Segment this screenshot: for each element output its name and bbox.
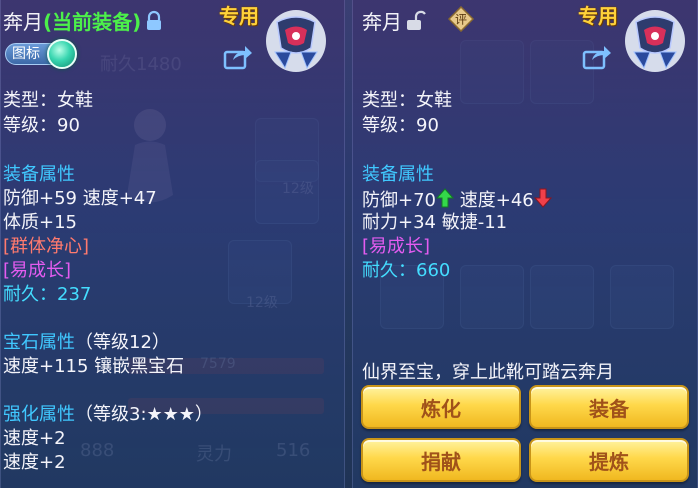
compare-exclusive-tag: 专用 <box>578 4 618 28</box>
rating-badge-icon[interactable]: 评 <box>447 5 475 33</box>
gem-line: 速度+115 镶嵌黑宝石 <box>3 356 185 377</box>
arrow-down-icon <box>533 188 552 214</box>
enhance-level: （等级3:★★★） <box>75 404 213 425</box>
compare-durability-row: 耐久：660 <box>362 260 450 282</box>
compare-attr-defense: 防御+70 <box>362 190 436 211</box>
compare-special-effect-1: [易成长] <box>362 236 431 257</box>
lock-open-icon[interactable] <box>406 10 426 32</box>
boots-item-icon <box>263 8 329 74</box>
compare-durability-value: 660 <box>416 260 451 281</box>
attr-line-2: 体质+15 <box>3 212 77 233</box>
compare-attr-line-2: 耐力+34 敏捷-11 <box>362 212 508 233</box>
gem-level: （等级12） <box>75 332 170 353</box>
refine-button[interactable]: 炼化 <box>361 385 521 429</box>
compare-share-icon[interactable] <box>582 44 612 70</box>
compare-durability-label: 耐久： <box>362 260 416 281</box>
compare-item-type: 类型：女鞋 <box>362 90 452 111</box>
compare-attr-speed: 速度+46 <box>459 190 534 211</box>
equip-status-label: (当前装备) <box>43 10 142 34</box>
special-effect-2: [易成长] <box>3 260 72 281</box>
exclusive-tag: 专用 <box>219 4 259 28</box>
equip-attr-title: 装备属性 <box>3 164 75 185</box>
current-equipment-panel: 奔月 (当前装备) 专用 图标 类型：女鞋 等级：90 装备属性 防御+59 速… <box>0 0 345 488</box>
enhance-line-2: 速度+2 <box>3 452 66 473</box>
share-icon[interactable] <box>223 44 253 70</box>
lock-closed-icon[interactable] <box>145 10 163 32</box>
rating-badge-text: 评 <box>455 13 467 27</box>
durability-row: 耐久：237 <box>3 284 91 306</box>
compare-item-name: 奔月 <box>362 10 402 34</box>
enhance-attr-row: 强化属性（等级3:★★★） <box>3 404 213 426</box>
equip-button[interactable]: 装备 <box>529 385 689 429</box>
extract-button[interactable]: 提炼 <box>529 438 689 482</box>
compare-boots-item-icon <box>622 8 688 74</box>
item-title-row: 奔月 (当前装备) <box>3 6 163 35</box>
compare-item-level: 等级：90 <box>362 115 439 136</box>
enhance-line-1: 速度+2 <box>3 428 66 449</box>
gem-attr-row: 宝石属性（等级12） <box>3 332 170 354</box>
arrow-up-icon <box>435 188 455 214</box>
item-type: 类型：女鞋 <box>3 90 93 111</box>
gem-attr-title: 宝石属性 <box>3 332 75 353</box>
durability-value: 237 <box>57 284 92 305</box>
donate-button[interactable]: 捐献 <box>361 438 521 482</box>
compare-equip-attr-title: 装备属性 <box>362 164 434 185</box>
item-description: 仙界至宝，穿上此靴可踏云奔月 <box>362 362 614 383</box>
item-level: 等级：90 <box>3 115 80 136</box>
compare-title-row: 奔月 <box>362 6 426 35</box>
attr-line-1: 防御+59 速度+47 <box>3 188 157 209</box>
special-effect-1: [群体净心] <box>3 236 90 257</box>
item-name: 奔月 <box>3 10 43 34</box>
compare-attr-line-1: 防御+70 速度+46 <box>362 188 552 214</box>
enhance-attr-title: 强化属性 <box>3 404 75 425</box>
toggle-knob-icon[interactable] <box>47 39 77 69</box>
icon-toggle[interactable]: 图标 <box>5 39 77 69</box>
durability-label: 耐久： <box>3 284 57 305</box>
